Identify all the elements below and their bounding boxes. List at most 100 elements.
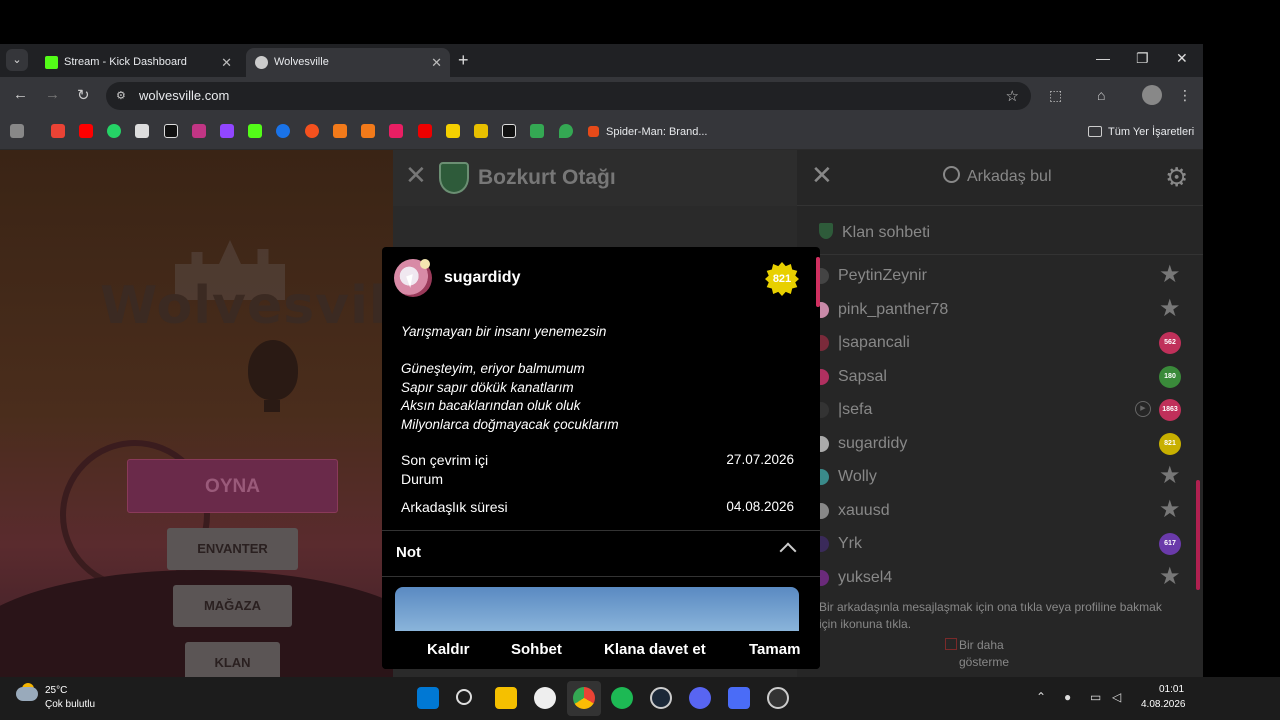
divider — [382, 576, 820, 577]
whatsapp-icon[interactable] — [107, 124, 121, 138]
play-button[interactable]: OYNA — [127, 459, 338, 513]
menu-icon[interactable]: ⋮ — [1178, 87, 1192, 104]
friend-list-item[interactable]: PeytinZeynir ★ — [797, 259, 1203, 292]
search-icon[interactable] — [456, 689, 472, 705]
spider-man-bookmark[interactable]: Spider-Man: Brand... — [606, 114, 708, 150]
bookmark-icon[interactable] — [474, 124, 488, 138]
tab-kick-dashboard[interactable]: Stream - Kick Dashboard ✕ — [36, 48, 240, 77]
weather-description[interactable]: Çok bulutlu — [45, 699, 95, 710]
profile-avatar[interactable] — [1142, 85, 1162, 105]
level-badge: 617 — [1159, 533, 1181, 555]
windows-start-icon[interactable] — [417, 687, 439, 709]
photos-icon[interactable] — [530, 124, 544, 138]
remove-friend-button[interactable]: Kaldır — [427, 631, 470, 669]
friend-list-item[interactable]: Sapsal 180 — [797, 360, 1203, 393]
file-explorer-icon[interactable] — [495, 687, 517, 709]
modal-scrollbar[interactable] — [816, 257, 820, 307]
clock-time[interactable]: 01:01 — [1159, 684, 1184, 695]
x-icon[interactable] — [135, 124, 149, 138]
friend-list-item[interactable]: sugardidy 821 — [797, 427, 1203, 460]
bookmark-icon[interactable] — [305, 124, 319, 138]
friend-list-item[interactable]: |sapancali 562 — [797, 326, 1203, 359]
friend-list-item[interactable]: pink_panther78 ★ — [797, 293, 1203, 326]
bookmark-star-icon[interactable]: ☆ — [1006, 87, 1019, 105]
sahibinden-icon[interactable] — [446, 124, 460, 138]
hepsiburada-icon[interactable] — [333, 124, 347, 138]
friend-list-item[interactable]: Yrk 617 — [797, 527, 1203, 560]
youtube-icon[interactable] — [79, 124, 93, 138]
apps-icon[interactable] — [10, 124, 24, 138]
yemeksepeti-icon[interactable] — [418, 124, 432, 138]
tab-label: Wolvesville — [274, 56, 329, 68]
star-badge-icon: ★ — [1159, 462, 1181, 489]
app-icon[interactable] — [728, 687, 750, 709]
shop-button[interactable]: MAĞAZA — [173, 585, 292, 627]
close-window-button[interactable]: ✕ — [1176, 50, 1188, 67]
weather-cloud-icon[interactable] — [16, 687, 38, 701]
tiktok-icon[interactable] — [502, 124, 516, 138]
clan-chat-item[interactable]: Klan sohbeti — [797, 211, 1203, 255]
close-tab-icon[interactable]: ✕ — [431, 48, 442, 77]
chrome-icon[interactable] — [573, 687, 595, 709]
address-bar[interactable]: ⚙ wolvesville.com ☆ — [106, 82, 1031, 110]
chat-button[interactable]: Sohbet — [511, 631, 562, 669]
profile-bio: Yarışmayan bir insanı yenemezsin Güneşte… — [401, 323, 619, 434]
amazon-icon[interactable] — [361, 124, 375, 138]
tab-wolvesville[interactable]: Wolvesville ✕ — [246, 48, 450, 77]
back-button[interactable]: ← — [13, 86, 28, 103]
close-icon[interactable]: ✕ — [405, 162, 427, 188]
shop-icon[interactable] — [389, 124, 403, 138]
kick-icon[interactable] — [248, 124, 262, 138]
instagram-icon[interactable] — [192, 124, 206, 138]
clan-header: ✕ Bozkurt Otağı — [393, 150, 797, 206]
ok-button[interactable]: Tamam — [749, 631, 800, 669]
clan-button[interactable]: KLAN — [185, 642, 280, 677]
forward-button[interactable]: → — [45, 86, 60, 103]
discord-icon[interactable] — [689, 687, 711, 709]
extensions-icon[interactable]: ⬚ — [1049, 87, 1062, 104]
tiktok-icon[interactable] — [164, 124, 178, 138]
friend-name: pink_panther78 — [838, 300, 949, 318]
close-icon[interactable]: ✕ — [811, 162, 833, 188]
status-label: Durum — [401, 471, 444, 487]
reload-button[interactable]: ↻ — [77, 86, 90, 104]
volume-icon[interactable]: ◁ — [1112, 690, 1121, 704]
friend-list-item[interactable]: Wolly ★ — [797, 460, 1203, 493]
note-area[interactable] — [395, 587, 799, 631]
all-bookmarks[interactable]: Tüm Yer İşaretleri — [1108, 114, 1194, 150]
play-icon[interactable] — [276, 124, 290, 138]
friendship-label: Arkadaşlık süresi — [401, 499, 508, 515]
network-icon[interactable]: ▭ — [1090, 690, 1101, 704]
obs-icon[interactable] — [534, 687, 556, 709]
chevron-up-icon[interactable] — [779, 542, 797, 560]
minimize-button[interactable]: — — [1096, 50, 1110, 66]
inventory-button[interactable]: ENVANTER — [167, 528, 298, 570]
tab-search-button[interactable]: ⌄ — [6, 49, 28, 71]
close-tab-icon[interactable]: ✕ — [221, 48, 232, 77]
gear-icon[interactable]: ⚙ — [1165, 162, 1188, 193]
friend-name: Wolly — [838, 468, 877, 485]
friends-scrollbar[interactable] — [1196, 480, 1200, 590]
friend-list-item[interactable]: |sefa ▶ 1863 — [797, 393, 1203, 426]
friend-name: PeytinZeynir — [838, 267, 927, 284]
new-tab-button[interactable]: + — [458, 49, 469, 71]
invite-to-clan-button[interactable]: Klana davet et — [604, 631, 706, 669]
restore-button[interactable]: ❐ — [1136, 50, 1149, 67]
friend-list-item[interactable]: xauusd ★ — [797, 494, 1203, 527]
gmail-icon[interactable] — [51, 124, 65, 138]
show-hidden-icons-icon[interactable]: ⌃ — [1036, 690, 1046, 704]
dont-show-checkbox[interactable] — [945, 638, 957, 650]
clock-date[interactable]: 4.08.2026 — [1141, 699, 1186, 710]
friend-list-item[interactable]: yuksel4 ★ — [797, 561, 1203, 594]
weather-temperature[interactable]: 25°C — [45, 685, 67, 696]
friend-name: yuksel4 — [838, 568, 893, 586]
twitch-icon[interactable] — [220, 124, 234, 138]
wolvesville-app-icon[interactable] — [767, 687, 789, 709]
friend-search-input[interactable]: Arkadaş bul — [967, 168, 1052, 186]
steam-icon[interactable] — [650, 687, 672, 709]
microphone-icon[interactable]: ● — [1064, 690, 1071, 704]
site-info-icon[interactable]: ⚙ — [116, 89, 130, 103]
maps-icon[interactable] — [559, 124, 573, 138]
incognito-icon[interactable]: ⌂ — [1097, 87, 1105, 103]
spotify-icon[interactable] — [611, 687, 633, 709]
